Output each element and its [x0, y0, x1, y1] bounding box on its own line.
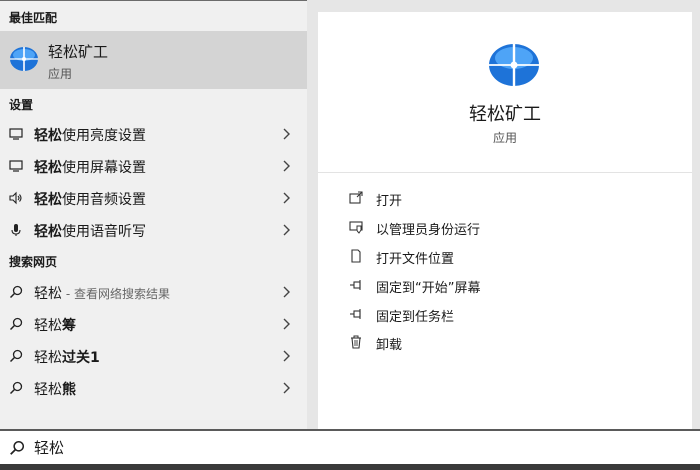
- web-search-suggestion: 筹: [62, 318, 76, 334]
- action-label: 打开文件位置: [376, 252, 455, 267]
- shield-icon: [349, 221, 363, 234]
- action-label: 固定到任务栏: [376, 310, 455, 325]
- best-match-heading: 最佳匹配: [9, 11, 58, 25]
- web-search-query: 轻松: [34, 286, 62, 302]
- monitor-icon: [9, 160, 23, 172]
- web-search-item[interactable]: 轻松熊: [0, 372, 307, 404]
- results-pane: 最佳匹配 轻松矿工 应用 设置 轻松使用亮度设置 轻松使用屏幕设置 轻松使用音频…: [0, 0, 307, 430]
- detail-app-type: 应用: [492, 131, 517, 145]
- action-label: 固定到“开始”屏幕: [376, 281, 481, 296]
- action-run-as-admin[interactable]: 以管理员身份运行: [318, 213, 692, 241]
- settings-item-audio[interactable]: 轻松使用音频设置: [0, 182, 307, 214]
- detail-app-name: 轻松矿工: [469, 104, 541, 125]
- open-window-icon: [349, 191, 363, 204]
- best-match-item[interactable]: 轻松矿工 应用: [0, 31, 307, 89]
- search-icon: [10, 440, 25, 455]
- detail-pane: 轻松矿工 应用 打开 以管理员身份运行 打开文件位置 固定到“开始”屏幕 固定到…: [307, 0, 700, 429]
- action-pin-to-taskbar[interactable]: 固定到任务栏: [318, 300, 692, 328]
- blue-globe-app-icon: [10, 47, 38, 71]
- monitor-icon: [9, 128, 23, 140]
- chevron-right-icon: [283, 382, 290, 394]
- web-search-heading: 搜索网页: [9, 255, 58, 269]
- web-search-item[interactable]: 轻松 - 查看网络搜索结果: [0, 276, 307, 308]
- chevron-right-icon: [283, 192, 290, 204]
- chevron-right-icon: [283, 128, 290, 140]
- best-match-subtitle: 应用: [48, 67, 73, 81]
- search-icon: [9, 381, 23, 395]
- speaker-icon: [9, 191, 22, 205]
- settings-item-dictation[interactable]: 轻松使用语音听写: [0, 214, 307, 246]
- chevron-right-icon: [283, 318, 290, 330]
- search-icon: [9, 317, 23, 331]
- settings-item-label: 使用语音听写: [62, 224, 146, 240]
- web-search-query: 轻松: [34, 350, 62, 366]
- web-search-suggestion: 熊: [62, 382, 76, 398]
- pin-icon: [350, 280, 361, 290]
- action-label: 卸载: [376, 338, 403, 353]
- action-uninstall[interactable]: 卸载: [318, 328, 692, 356]
- settings-item-bold: 轻松: [34, 192, 62, 208]
- chevron-right-icon: [283, 160, 290, 172]
- search-input[interactable]: [34, 437, 634, 457]
- web-search-suggestion: 过关1: [62, 350, 100, 366]
- settings-item-label: 使用亮度设置: [62, 128, 146, 144]
- blue-globe-app-icon: [489, 42, 539, 88]
- web-search-query: 轻松: [34, 382, 62, 398]
- action-pin-to-start[interactable]: 固定到“开始”屏幕: [318, 271, 692, 299]
- chevron-right-icon: [283, 350, 290, 362]
- settings-item-label: 使用音频设置: [62, 192, 146, 208]
- web-search-item[interactable]: 轻松筹: [0, 308, 307, 340]
- settings-item-label: 使用屏幕设置: [62, 160, 146, 176]
- settings-item-bold: 轻松: [34, 224, 62, 240]
- best-match-title: 轻松矿工: [48, 43, 109, 61]
- microphone-icon: [11, 224, 21, 236]
- divider: [318, 172, 692, 173]
- pin-icon: [350, 309, 361, 319]
- search-bar[interactable]: [0, 429, 700, 464]
- settings-heading: 设置: [9, 98, 34, 112]
- action-label: 以管理员身份运行: [376, 223, 481, 238]
- taskbar-edge: [0, 464, 700, 470]
- settings-item-brightness[interactable]: 轻松使用亮度设置: [0, 118, 307, 150]
- search-icon: [9, 349, 23, 363]
- chevron-right-icon: [283, 286, 290, 298]
- action-label: 打开: [376, 194, 403, 209]
- settings-item-bold: 轻松: [34, 128, 62, 144]
- action-open[interactable]: 打开: [318, 184, 692, 212]
- file-location-icon: [351, 249, 361, 263]
- trash-icon: [351, 335, 361, 349]
- action-open-file-location[interactable]: 打开文件位置: [318, 242, 692, 270]
- web-search-item[interactable]: 轻松过关1: [0, 340, 307, 372]
- chevron-right-icon: [283, 224, 290, 236]
- settings-item-screen[interactable]: 轻松使用屏幕设置: [0, 150, 307, 182]
- web-search-hint: - 查看网络搜索结果: [62, 287, 170, 301]
- search-icon: [9, 285, 23, 299]
- web-search-query: 轻松: [34, 318, 62, 334]
- detail-card: 轻松矿工 应用 打开 以管理员身份运行 打开文件位置 固定到“开始”屏幕 固定到…: [318, 12, 692, 429]
- settings-item-bold: 轻松: [34, 160, 62, 176]
